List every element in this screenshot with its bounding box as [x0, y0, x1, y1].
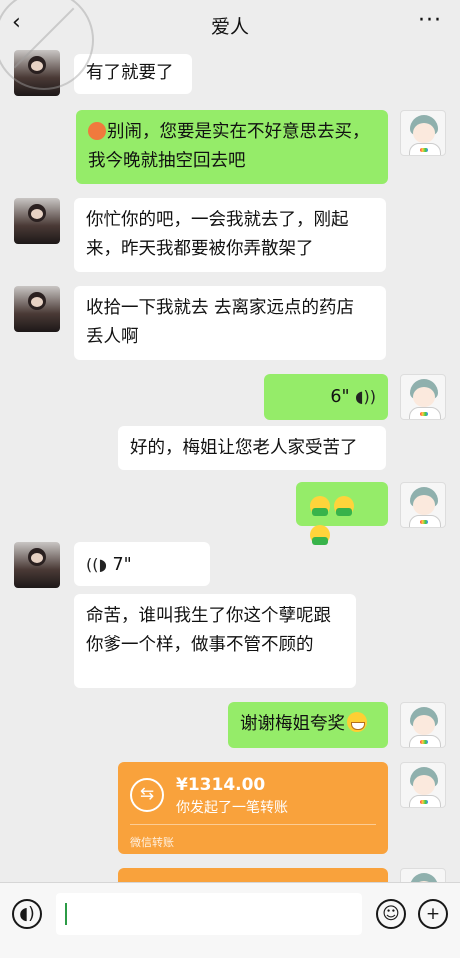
voice-message[interactable]: ((◗ 7"	[74, 542, 210, 586]
transfer-footer: 微信转账	[130, 836, 174, 849]
my-avatar[interactable]	[400, 374, 446, 420]
voice-icon[interactable]: ◖)	[12, 899, 42, 929]
my-emoji-message[interactable]	[296, 482, 388, 545]
message-text: 命苦，谁叫我生了你这个孽呢跟你爹一个样，做事不管不顾的	[86, 606, 331, 655]
transfer-icon: ⇆	[130, 778, 164, 812]
angry-emoji-icon	[88, 122, 106, 140]
grin-emoji-icon	[347, 712, 367, 732]
chat-title: 爱人	[210, 16, 249, 38]
voice-wave-icon: ((◗	[86, 555, 107, 574]
contact-avatar[interactable]	[14, 542, 60, 588]
frog-emoji-icon	[334, 496, 354, 516]
message-text: 谢谢梅姐夸奖	[240, 714, 345, 734]
my-avatar[interactable]	[400, 702, 446, 748]
message-bubble[interactable]: 有了就要了	[74, 54, 192, 94]
my-message-bubble[interactable]: 别闹，您要是实在不好意思去买，我今晚就抽空回去吧	[76, 110, 388, 184]
frog-emoji-icon	[310, 525, 330, 545]
message-bubble[interactable]: 命苦，谁叫我生了你这个孽呢跟你爹一个样，做事不管不顾的	[74, 594, 356, 688]
message-text: 有了就要了	[86, 63, 174, 83]
text-cursor	[65, 903, 67, 925]
voice-wave-icon: ◖))	[355, 387, 376, 406]
input-bar: ◖) ☺ +	[0, 882, 460, 958]
transfer-amount: ¥1314.00	[176, 775, 266, 795]
message-text: 你忙你的吧，一会我就去了，刚起来，昨天我都要被你弄散架了	[86, 210, 349, 259]
my-avatar[interactable]	[400, 110, 446, 156]
message-text: 好的，梅姐让您老人家受苦了	[130, 438, 358, 458]
message-text: 收拾一下我就去 去离家远点的药店 丢人啊	[86, 298, 355, 347]
message-text: 别闹，您要是实在不好意思去买，我今晚就抽空回去吧	[88, 122, 370, 171]
message-bubble[interactable]: 好的，梅姐让您老人家受苦了	[118, 426, 386, 470]
emoji-icon[interactable]: ☺	[376, 899, 406, 929]
frog-emoji-icon	[310, 496, 330, 516]
contact-avatar[interactable]	[14, 286, 60, 332]
chat-header: ‹ 爱人 ···	[0, 0, 460, 46]
voice-duration: 7"	[112, 555, 132, 575]
transfer-card[interactable]: ⇆ ¥1314.00 你发起了一笔转账 微信转账	[118, 762, 388, 854]
contact-avatar[interactable]	[14, 198, 60, 244]
my-avatar[interactable]	[400, 762, 446, 808]
voice-duration: 6"	[330, 387, 350, 407]
my-avatar[interactable]	[400, 482, 446, 528]
message-bubble[interactable]: 收拾一下我就去 去离家远点的药店 丢人啊	[74, 286, 386, 360]
more-icon[interactable]: ···	[418, 8, 442, 33]
contact-avatar[interactable]	[14, 50, 60, 96]
message-input[interactable]	[56, 893, 362, 935]
transfer-divider	[130, 824, 376, 825]
message-bubble[interactable]: 你忙你的吧，一会我就去了，刚起来，昨天我都要被你弄散架了	[74, 198, 386, 272]
transfer-description: 你发起了一笔转账	[176, 800, 288, 816]
plus-icon[interactable]: +	[418, 899, 448, 929]
my-message-bubble[interactable]: 谢谢梅姐夸奖	[228, 702, 388, 748]
my-voice-message[interactable]: 6" ◖))	[264, 374, 388, 420]
